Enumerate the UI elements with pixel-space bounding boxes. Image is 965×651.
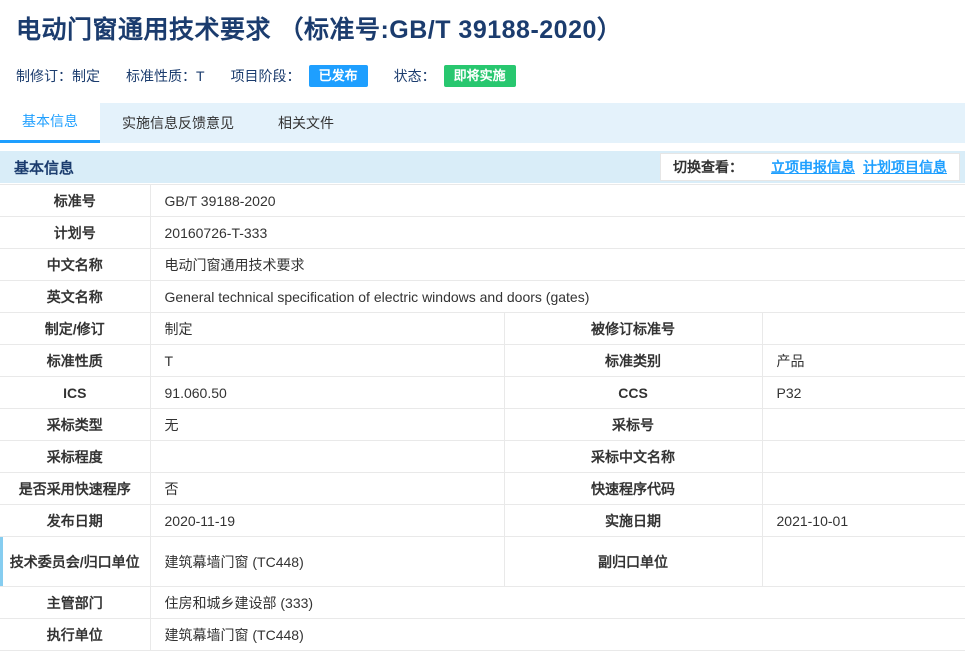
meta-row: 制修订：制定 标准性质：T 项目阶段： 已发布 状态： 即将实施 <box>16 64 949 88</box>
field-label: 采标类型 <box>0 409 150 441</box>
field-value: 无 <box>150 409 504 441</box>
field-value: 产品 <box>762 345 965 377</box>
table-row: 英文名称 General technical specification of … <box>0 281 965 313</box>
field-value: 91.060.50 <box>150 377 504 409</box>
status-label: 状态： <box>394 66 436 86</box>
field-label: 快速程序代码 <box>504 473 762 505</box>
field-value: 否 <box>150 473 504 505</box>
field-value <box>150 441 504 473</box>
table-row: 是否采用快速程序 否 快速程序代码 <box>0 473 965 505</box>
field-value: GB/T 39188-2020 <box>150 185 965 217</box>
field-value <box>762 409 965 441</box>
stage-label: 项目阶段： <box>231 66 301 86</box>
field-label: ICS <box>0 377 150 409</box>
field-label: 标准号 <box>0 185 150 217</box>
field-label: 英文名称 <box>0 281 150 313</box>
table-row: 标准性质 T 标准类别 产品 <box>0 345 965 377</box>
link-project-application-info[interactable]: 立项申报信息 <box>771 157 855 177</box>
field-label: 采标号 <box>504 409 762 441</box>
field-value: P32 <box>762 377 965 409</box>
field-label: CCS <box>504 377 762 409</box>
meta-revision: 制修订：制定 <box>16 66 100 86</box>
field-label: 计划号 <box>0 217 150 249</box>
field-value: 20160726-T-333 <box>150 217 965 249</box>
field-value: 建筑幕墙门窗 (TC448) <box>150 537 504 587</box>
table-row: ICS 91.060.50 CCS P32 <box>0 377 965 409</box>
section-title: 基本信息 <box>14 157 74 178</box>
field-label: 副归口单位 <box>504 537 762 587</box>
field-value: 2021-10-01 <box>762 505 965 537</box>
link-plan-project-info[interactable]: 计划项目信息 <box>863 157 947 177</box>
field-label: 执行单位 <box>0 619 150 651</box>
field-value <box>762 441 965 473</box>
meta-nature: 标准性质：T <box>126 66 205 86</box>
field-value: T <box>150 345 504 377</box>
field-label: 被修订标准号 <box>504 313 762 345</box>
field-label: 主管部门 <box>0 587 150 619</box>
field-value: 2020-11-19 <box>150 505 504 537</box>
tab-bar: 基本信息 实施信息反馈意见 相关文件 <box>0 103 965 143</box>
table-row: 计划号 20160726-T-333 <box>0 217 965 249</box>
table-row: 发布日期 2020-11-19 实施日期 2021-10-01 <box>0 505 965 537</box>
field-value: 住房和城乡建设部 (333) <box>150 587 965 619</box>
field-label: 标准类别 <box>504 345 762 377</box>
field-value <box>762 537 965 587</box>
standard-info-table: 标准号 GB/T 39188-2020 计划号 20160726-T-333 中… <box>0 184 965 651</box>
field-value: 制定 <box>150 313 504 345</box>
field-label: 标准性质 <box>0 345 150 377</box>
stage-badge: 已发布 <box>309 65 368 87</box>
table-row: 制定/修订 制定 被修订标准号 <box>0 313 965 345</box>
field-label: 是否采用快速程序 <box>0 473 150 505</box>
field-label: 技术委员会/归口单位 <box>0 537 150 587</box>
field-label: 采标中文名称 <box>504 441 762 473</box>
field-label: 中文名称 <box>0 249 150 281</box>
table-row: 采标类型 无 采标号 <box>0 409 965 441</box>
meta-status: 状态： 即将实施 <box>394 65 516 87</box>
table-row: 采标程度 采标中文名称 <box>0 441 965 473</box>
section-band: 基本信息 切换查看： 立项申报信息 计划项目信息 <box>0 151 965 183</box>
table-row: 中文名称 电动门窗通用技术要求 <box>0 249 965 281</box>
field-value <box>762 473 965 505</box>
field-value: 建筑幕墙门窗 (TC448) <box>150 619 965 651</box>
tab-related-files[interactable]: 相关文件 <box>256 103 356 143</box>
view-switcher: 切换查看： 立项申报信息 计划项目信息 <box>660 153 960 181</box>
table-row: 技术委员会/归口单位 建筑幕墙门窗 (TC448) 副归口单位 <box>0 537 965 587</box>
switcher-label: 切换查看： <box>673 157 743 177</box>
field-value: 电动门窗通用技术要求 <box>150 249 965 281</box>
tab-implementation-feedback[interactable]: 实施信息反馈意见 <box>100 103 256 143</box>
field-label: 采标程度 <box>0 441 150 473</box>
page-header: 电动门窗通用技术要求 （标准号:GB/T 39188-2020） 制修订：制定 … <box>0 0 965 88</box>
field-label: 制定/修订 <box>0 313 150 345</box>
table-row: 标准号 GB/T 39188-2020 <box>0 185 965 217</box>
field-value <box>762 313 965 345</box>
field-label: 实施日期 <box>504 505 762 537</box>
table-row: 主管部门 住房和城乡建设部 (333) <box>0 587 965 619</box>
field-label: 发布日期 <box>0 505 150 537</box>
status-badge: 即将实施 <box>444 65 516 87</box>
field-value: General technical specification of elect… <box>150 281 965 313</box>
table-row: 执行单位 建筑幕墙门窗 (TC448) <box>0 619 965 651</box>
meta-stage: 项目阶段： 已发布 <box>231 65 368 87</box>
page-title: 电动门窗通用技术要求 （标准号:GB/T 39188-2020） <box>16 10 949 46</box>
tab-basic-info[interactable]: 基本信息 <box>0 103 100 143</box>
